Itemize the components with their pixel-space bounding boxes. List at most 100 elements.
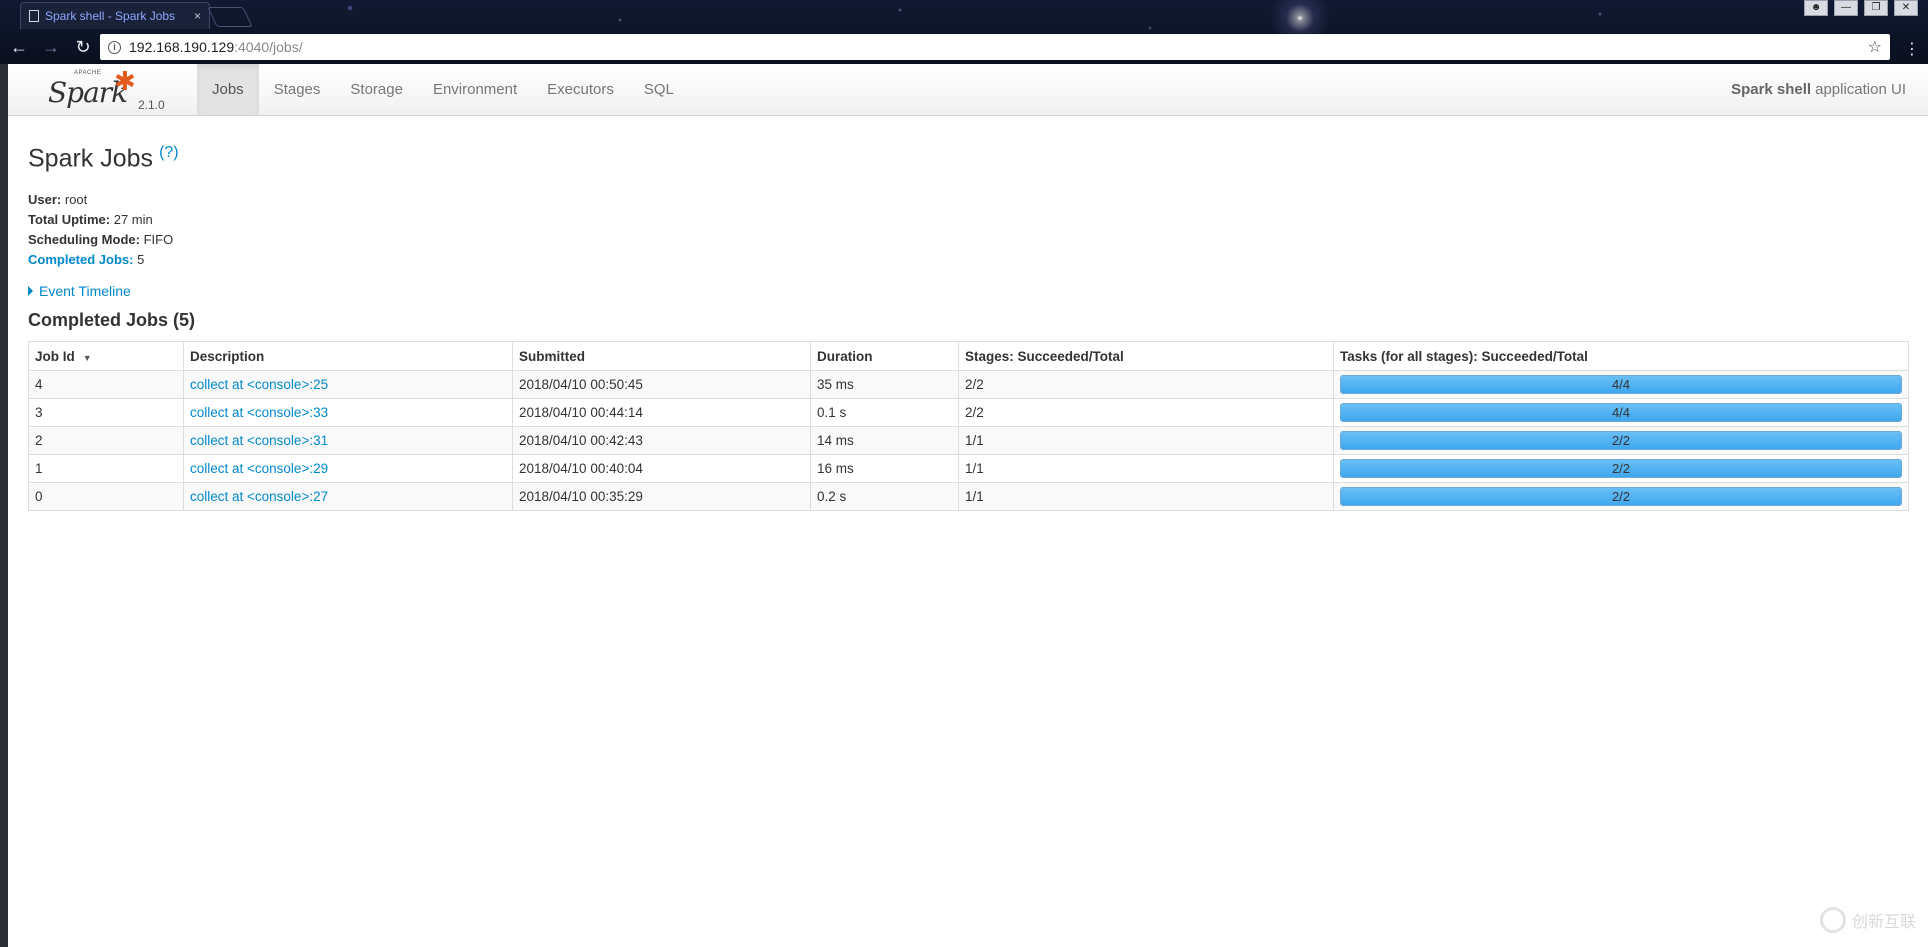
completed-jobs-link[interactable]: Completed Jobs: — [28, 252, 133, 267]
tasks-progress-bar: 4/4 — [1340, 375, 1902, 394]
page-title: Spark Jobs (?) — [28, 144, 179, 173]
jobs-table: Job Id ▼ Description Submitted Duration S… — [28, 341, 1909, 511]
minimize-icon[interactable]: — — [1834, 0, 1858, 16]
duration-cell: 16 ms — [810, 454, 959, 483]
table-row[interactable]: 4 collect at <console>:25 2018/04/10 00:50… — [28, 370, 1909, 399]
tasks-progress-bar: 4/4 — [1340, 403, 1902, 422]
summary-completed: Completed Jobs: 5 — [28, 252, 144, 267]
url-host: 192.168.190.129 — [129, 39, 235, 55]
section-title[interactable]: Completed Jobs (5) — [28, 310, 195, 331]
job-description-link[interactable]: collect at <console>:29 — [190, 461, 328, 476]
window-left-edge — [0, 64, 8, 947]
bookmark-star-icon[interactable]: ☆ — [1868, 37, 1882, 57]
stages-cell: 2/2 — [958, 398, 1334, 427]
description-cell: collect at <console>:29 — [183, 454, 513, 483]
event-timeline-toggle[interactable]: Event Timeline — [28, 283, 131, 299]
summary-mode-value: FIFO — [143, 232, 174, 247]
submitted-cell: 2018/04/10 00:44:14 — [512, 398, 811, 427]
table-row[interactable]: 3 collect at <console>:33 2018/04/10 00:44… — [28, 398, 1909, 427]
spark-star-icon: ✱ — [114, 66, 136, 96]
tasks-cell: 4/4 — [1333, 370, 1909, 399]
duration-cell: 35 ms — [810, 370, 959, 399]
summary-uptime: Total Uptime: 27 min — [28, 212, 153, 227]
tasks-cell: 2/2 — [1333, 426, 1909, 455]
description-cell: collect at <console>:31 — [183, 426, 513, 455]
header-job-id-label: Job Id — [35, 348, 75, 364]
summary-user-label: User: — [28, 192, 62, 207]
tasks-progress-bar: 2/2 — [1340, 487, 1902, 506]
summary-uptime-value: 27 min — [113, 212, 153, 227]
app-name: Spark shell — [1731, 81, 1812, 98]
description-cell: collect at <console>:27 — [183, 482, 513, 511]
restore-icon[interactable]: ❐ — [1864, 0, 1888, 16]
stages-cell: 1/1 — [958, 426, 1334, 455]
spark-version: 2.1.0 — [138, 98, 165, 112]
stages-cell: 1/1 — [958, 454, 1334, 483]
spark-navbar: APACHE Spark ✱ 2.1.0 Jobs Stages Storage En… — [8, 64, 1928, 116]
job-id-cell: 1 — [28, 454, 184, 483]
job-id-cell: 0 — [28, 482, 184, 511]
duration-cell: 0.1 s — [810, 398, 959, 427]
job-description-link[interactable]: collect at <console>:25 — [190, 377, 328, 392]
tasks-progress-bar: 2/2 — [1340, 431, 1902, 450]
watermark: 创新互联 — [1819, 907, 1916, 933]
header-tasks[interactable]: Tasks (for all stages): Succeeded/Total — [1333, 341, 1909, 371]
expand-triangle-icon — [28, 286, 33, 296]
job-description-link[interactable]: collect at <console>:31 — [190, 433, 328, 448]
summary-user-value: root — [64, 192, 88, 207]
nav-tab-sql[interactable]: SQL — [629, 64, 689, 115]
browser-menu-icon[interactable]: ⋮ — [1904, 39, 1920, 59]
description-cell: collect at <console>:33 — [183, 398, 513, 427]
nav-tab-storage[interactable]: Storage — [335, 64, 418, 115]
forward-arrow-icon[interactable]: → — [38, 35, 64, 61]
duration-cell: 0.2 s — [810, 482, 959, 511]
address-row: ← → ↻ i 192.168.190.129:4040/jobs/ ☆ ⋮ — [0, 31, 1928, 64]
spark-logo[interactable]: APACHE Spark ✱ 2.1.0 — [48, 68, 168, 112]
table-row[interactable]: 0 collect at <console>:27 2018/04/10 00:35… — [28, 482, 1909, 511]
submitted-cell: 2018/04/10 00:35:29 — [512, 482, 811, 511]
job-id-cell: 3 — [28, 398, 184, 427]
url-path: :4040/jobs/ — [234, 39, 303, 55]
browser-tab-title: Spark shell - Spark Jobs — [45, 9, 176, 23]
header-submitted[interactable]: Submitted — [512, 341, 811, 371]
nav-tab-stages[interactable]: Stages — [259, 64, 336, 115]
close-window-icon[interactable]: ✕ — [1894, 0, 1918, 16]
sort-down-icon[interactable]: ▼ — [83, 353, 92, 363]
event-timeline-label: Event Timeline — [39, 283, 131, 299]
nav-tab-jobs[interactable]: Jobs — [197, 64, 259, 115]
browser-tab[interactable]: Spark shell - Spark Jobs × — [20, 2, 210, 29]
header-description[interactable]: Description — [183, 341, 513, 371]
page-title-text: Spark Jobs — [28, 144, 154, 173]
user-icon[interactable]: ☻ — [1804, 0, 1828, 16]
tasks-progress-label: 2/2 — [1611, 489, 1631, 504]
nav-tab-executors[interactable]: Executors — [532, 64, 629, 115]
summary-mode-label: Scheduling Mode: — [28, 232, 140, 247]
address-bar[interactable]: i 192.168.190.129:4040/jobs/ ☆ — [100, 34, 1890, 60]
table-header-row: Job Id ▼ Description Submitted Duration S… — [28, 341, 1909, 371]
watermark-text: 创新互联 — [1851, 914, 1916, 931]
table-row[interactable]: 1 collect at <console>:29 2018/04/10 00:40… — [28, 454, 1909, 483]
job-description-link[interactable]: collect at <console>:33 — [190, 405, 328, 420]
app-suffix: application UI — [1815, 81, 1906, 98]
new-tab-button[interactable] — [207, 7, 253, 27]
nav-tabs: Jobs Stages Storage Environment Executors SQL — [197, 64, 689, 115]
description-cell: collect at <console>:25 — [183, 370, 513, 399]
header-stages[interactable]: Stages: Succeeded/Total — [958, 341, 1334, 371]
tasks-progress-label: 2/2 — [1611, 461, 1631, 476]
header-job-id[interactable]: Job Id ▼ — [28, 341, 184, 371]
table-row[interactable]: 2 collect at <console>:31 2018/04/10 00:42… — [28, 426, 1909, 455]
summary-completed-value: 5 — [137, 252, 145, 267]
help-link[interactable]: (?) — [159, 144, 179, 161]
tasks-cell: 2/2 — [1333, 454, 1909, 483]
back-arrow-icon[interactable]: ← — [6, 35, 32, 61]
info-icon[interactable]: i — [108, 40, 121, 54]
jobs-table-body: 4 collect at <console>:25 2018/04/10 00:50… — [28, 370, 1909, 511]
summary-uptime-label: Total Uptime: — [28, 212, 111, 227]
header-duration[interactable]: Duration — [810, 341, 959, 371]
close-icon[interactable]: × — [194, 9, 201, 23]
job-description-link[interactable]: collect at <console>:27 — [190, 489, 328, 504]
reload-icon[interactable]: ↻ — [70, 35, 96, 61]
nav-tab-environment[interactable]: Environment — [418, 64, 532, 115]
url-text[interactable]: 192.168.190.129:4040/jobs/ — [129, 39, 1860, 55]
summary-user: User: root — [28, 192, 87, 207]
